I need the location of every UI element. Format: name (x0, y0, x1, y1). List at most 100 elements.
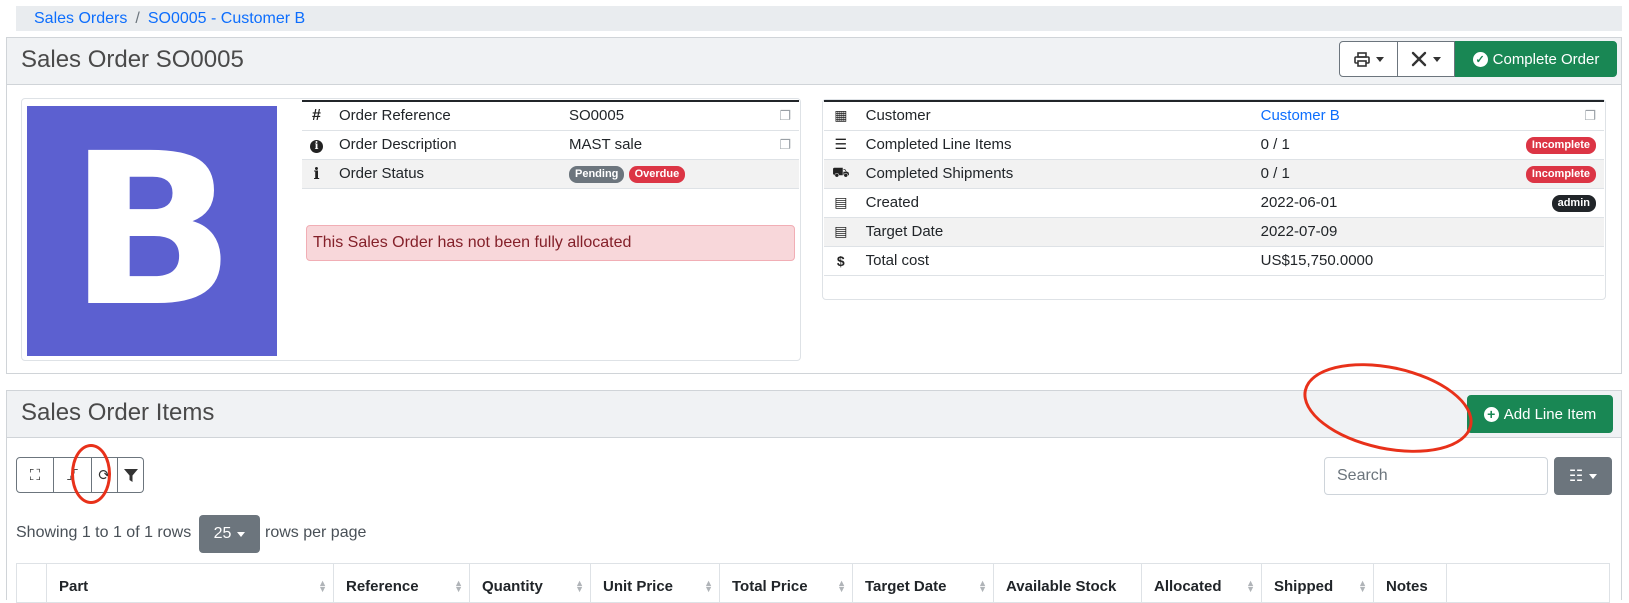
order-description-row: i Order Description MAST sale ❐ (302, 130, 799, 160)
total-cost-value: US$15,750.0000 (1252, 246, 1464, 276)
status-badge-incomplete: Incomplete (1525, 137, 1596, 154)
customer-row: ▦ Customer Customer B ❐ (824, 100, 1604, 131)
column-header-target-date[interactable]: Target Date ▲ ▼ (853, 564, 994, 602)
print-icon (1353, 51, 1370, 67)
complete-order-button[interactable]: ✓ Complete Order (1455, 41, 1617, 77)
column-view-button[interactable]: ☷ (1554, 457, 1612, 495)
filter-icon (123, 468, 138, 482)
total-cost-row: $ Total cost US$15,750.0000 (824, 246, 1604, 276)
expand-button[interactable]: ⛶ (16, 457, 54, 493)
order-reference-value: SO0005 (561, 100, 758, 131)
items-section-title: Sales Order Items (21, 399, 215, 426)
customer-link[interactable]: Customer B (1261, 107, 1340, 124)
info-circle-icon: i (310, 140, 323, 153)
breadcrumb-separator: / (135, 9, 140, 27)
info-icon: i (302, 159, 331, 189)
sort-icon: ▲ ▼ (704, 578, 713, 594)
completed-line-items-label: Completed Line Items (857, 130, 1253, 160)
sort-icon: ▲ ▼ (1358, 578, 1367, 594)
pagination-info: Showing 1 to 1 of 1 rows (16, 524, 192, 541)
items-table-header: Part ▲ ▼ Reference ▲ ▼ Quantity ▲ ▼ Unit Price… (16, 563, 1610, 603)
filter-button[interactable] (118, 457, 144, 493)
order-status-row: i Order Status Pending Overdue (302, 159, 799, 189)
list-check-icon: ☰ (824, 130, 858, 160)
sort-icon: ▲ ▼ (318, 578, 327, 594)
copy-icon[interactable]: ❐ (1463, 100, 1604, 131)
checkbox-column-header[interactable] (17, 564, 47, 602)
copy-icon[interactable]: ❐ (757, 130, 799, 160)
add-line-item-label: Add Line Item (1503, 405, 1597, 423)
order-reference-label: Order Reference (331, 100, 561, 131)
check-circle-icon: ✓ (1472, 51, 1488, 67)
page-title: Sales Order SO0005 (21, 46, 244, 73)
list-icon: ☷ (1568, 468, 1584, 485)
column-header-quantity[interactable]: Quantity ▲ ▼ (470, 564, 591, 602)
sort-icon: ▲ ▼ (454, 578, 463, 594)
column-header-shipped[interactable]: Shipped ▲ ▼ (1262, 564, 1374, 602)
plus-circle-icon: + (1483, 406, 1499, 422)
chevron-down-icon (1589, 473, 1598, 479)
sort-icon: ▲ ▼ (837, 578, 846, 594)
annotation-ellipse (71, 444, 111, 504)
column-header-part[interactable]: Part ▲ ▼ (47, 564, 334, 602)
status-badge-incomplete: Incomplete (1525, 166, 1596, 183)
column-header-unit-price[interactable]: Unit Price ▲ ▼ (591, 564, 720, 602)
customer-info-table: ▦ Customer Customer B ❐ ☰ Completed Line… (824, 100, 1604, 276)
total-cost-label: Total cost (857, 246, 1253, 276)
building-icon: ▦ (824, 100, 858, 131)
chevron-down-icon (1375, 56, 1384, 62)
per-page-label: rows per page (265, 524, 367, 541)
customer-label: Customer (857, 100, 1253, 131)
breadcrumb-current-order[interactable]: SO0005 - Customer B (148, 10, 305, 28)
search-input[interactable] (1324, 457, 1548, 495)
column-header-available-stock[interactable]: Available Stock (994, 564, 1142, 602)
created-value: 2022-06-01 (1252, 188, 1464, 218)
allocation-alert: This Sales Order has not been fully allo… (306, 225, 795, 261)
tools-button[interactable] (1398, 41, 1455, 77)
column-header-total-price[interactable]: Total Price ▲ ▼ (720, 564, 853, 602)
chevron-down-icon (237, 531, 246, 537)
calendar-icon: ▤ (824, 217, 858, 247)
completed-shipments-row: ⛟ Completed Shipments 0 / 1 Incomplete (824, 159, 1604, 189)
sort-icon: ▲ ▼ (575, 578, 584, 594)
status-badge-overdue: Overdue (628, 166, 686, 183)
expand-icon: ⛶ (29, 466, 41, 484)
created-row: ▤ Created 2022-06-01 admin (824, 188, 1604, 218)
breadcrumb: Sales Orders / SO0005 - Customer B (16, 6, 1622, 31)
completed-shipments-value: 0 / 1 (1252, 159, 1464, 189)
order-info-table: # Order Reference SO0005 ❐ i Order Descr… (302, 100, 799, 189)
tools-icon (1411, 51, 1427, 67)
order-description-value: MAST sale (561, 130, 758, 160)
created-label: Created (857, 188, 1253, 218)
per-page-select[interactable]: 25 (199, 515, 260, 553)
order-description-label: Order Description (331, 130, 561, 160)
chevron-down-icon (1433, 56, 1441, 62)
column-header-allocated[interactable]: Allocated ▲ ▼ (1142, 564, 1262, 602)
add-line-item-button[interactable]: + Add Line Item (1467, 395, 1613, 433)
order-reference-row: # Order Reference SO0005 ❐ (302, 100, 799, 131)
column-header-notes[interactable]: Notes (1374, 564, 1447, 602)
target-date-value: 2022-07-09 (1252, 217, 1464, 247)
order-actions: ✓ Complete Order (1339, 41, 1617, 77)
copy-icon[interactable]: ❐ (757, 100, 799, 131)
per-page-value: 25 (213, 525, 232, 542)
complete-order-label: Complete Order (1492, 50, 1600, 68)
customer-thumbnail: B (27, 106, 277, 356)
completed-shipments-label: Completed Shipments (857, 159, 1253, 189)
truck-icon: ⛟ (824, 159, 858, 189)
thumbnail-letter: B (67, 108, 237, 353)
dollar-icon: $ (824, 246, 858, 276)
order-status-label: Order Status (331, 159, 561, 189)
column-header-reference[interactable]: Reference ▲ ▼ (334, 564, 470, 602)
sort-icon: ▲ ▼ (1246, 578, 1255, 594)
calendar-icon: ▤ (824, 188, 858, 218)
user-badge: admin (1551, 195, 1596, 212)
print-button[interactable] (1339, 41, 1398, 77)
status-badge-pending: Pending (569, 166, 625, 183)
completed-line-items-row: ☰ Completed Line Items 0 / 1 Incomplete (824, 130, 1604, 160)
hashtag-icon: # (302, 100, 331, 131)
completed-line-items-value: 0 / 1 (1252, 130, 1464, 160)
target-date-row: ▤ Target Date 2022-07-09 (824, 217, 1604, 247)
breadcrumb-sales-orders[interactable]: Sales Orders (34, 10, 127, 28)
target-date-label: Target Date (857, 217, 1253, 247)
